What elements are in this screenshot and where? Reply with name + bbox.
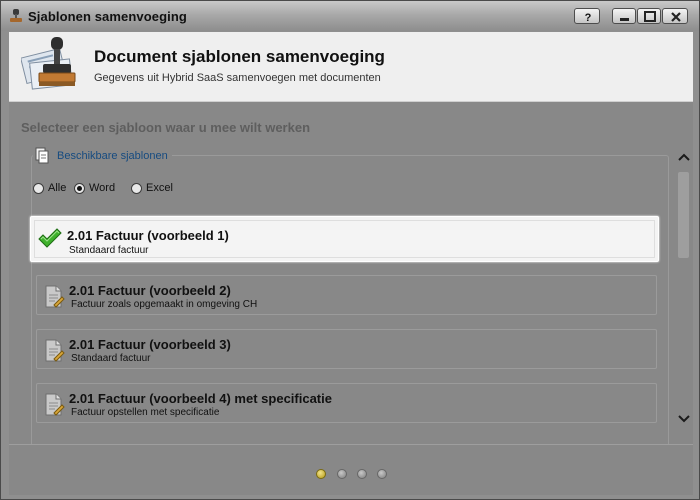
template-item[interactable]: 2.01 Factuur (voorbeeld 3) Standaard fac… (36, 329, 657, 369)
minimize-icon (620, 18, 629, 21)
radio-label-alle: Alle (48, 182, 67, 194)
template-item[interactable]: 2.01 Factuur (voorbeeld 1) Standaard fac… (30, 216, 659, 262)
radio-button-word (74, 183, 85, 194)
page-dot-2[interactable] (337, 469, 347, 479)
template-description: Standaard factuur (69, 245, 149, 256)
page-dot-1[interactable] (316, 469, 326, 479)
close-icon (671, 12, 681, 22)
documents-icon (35, 147, 49, 164)
content-area: Selecteer een sjabloon waar u mee wilt w… (9, 102, 693, 444)
checkmark-icon (38, 227, 62, 254)
title-bar[interactable]: Sjablonen samenvoeging ? (1, 1, 699, 31)
template-item[interactable]: 2.01 Factuur (voorbeeld 2) Factuur zoals… (36, 275, 657, 315)
chevron-down-icon (678, 415, 690, 423)
document-icon (43, 393, 65, 422)
scroll-down-button[interactable] (676, 412, 692, 431)
template-name: 2.01 Factuur (voorbeeld 4) met specifica… (69, 391, 332, 406)
template-item[interactable]: 2.01 Factuur (voorbeeld 4) met specifica… (36, 383, 657, 423)
template-description: Factuur zoals opgemaakt in omgeving CH (71, 299, 258, 310)
rubber-stamp-icon (20, 35, 87, 102)
radio-button-alle (33, 183, 44, 194)
window-title: Sjablonen samenvoeging (28, 9, 187, 24)
radio-label-excel: Excel (146, 182, 173, 194)
dialog-subtitle: Gegevens uit Hybrid SaaS samenvoegen met… (94, 72, 381, 84)
radio-button-excel (131, 183, 142, 194)
maximize-button[interactable] (637, 8, 661, 24)
section-title: Selecteer een sjabloon waar u mee wilt w… (21, 120, 311, 135)
document-icon (43, 339, 65, 368)
page-dot-3[interactable] (357, 469, 367, 479)
chevron-up-icon (678, 153, 690, 161)
template-name: 2.01 Factuur (voorbeeld 2) (69, 283, 231, 298)
group-label-text: Beschikbare sjablonen (57, 150, 168, 162)
app-icon (8, 8, 24, 24)
close-button[interactable] (662, 8, 688, 24)
template-name: 2.01 Factuur (voorbeeld 1) (67, 228, 229, 243)
window: Sjablonen samenvoeging ? Document sjablo… (0, 0, 700, 500)
scroll-up-button[interactable] (676, 150, 692, 169)
help-button[interactable]: ? (574, 8, 600, 24)
maximize-icon (644, 11, 656, 22)
dialog-header: Document sjablonen samenvoeging Gegevens… (9, 32, 693, 102)
minimize-button[interactable] (612, 8, 636, 24)
document-icon (43, 285, 65, 314)
dialog-footer (9, 444, 693, 495)
template-description: Standaard factuur (71, 353, 151, 364)
page-dot-4[interactable] (377, 469, 387, 479)
scrollbar-thumb[interactable] (678, 172, 689, 258)
template-description: Factuur opstellen met specificatie (71, 407, 220, 418)
template-name: 2.01 Factuur (voorbeeld 3) (69, 337, 231, 352)
help-label: ? (585, 12, 592, 24)
templates-group-label: Beschikbare sjablonen (33, 147, 172, 165)
dialog-title: Document sjablonen samenvoeging (94, 47, 385, 66)
radio-label-word: Word (89, 182, 116, 194)
